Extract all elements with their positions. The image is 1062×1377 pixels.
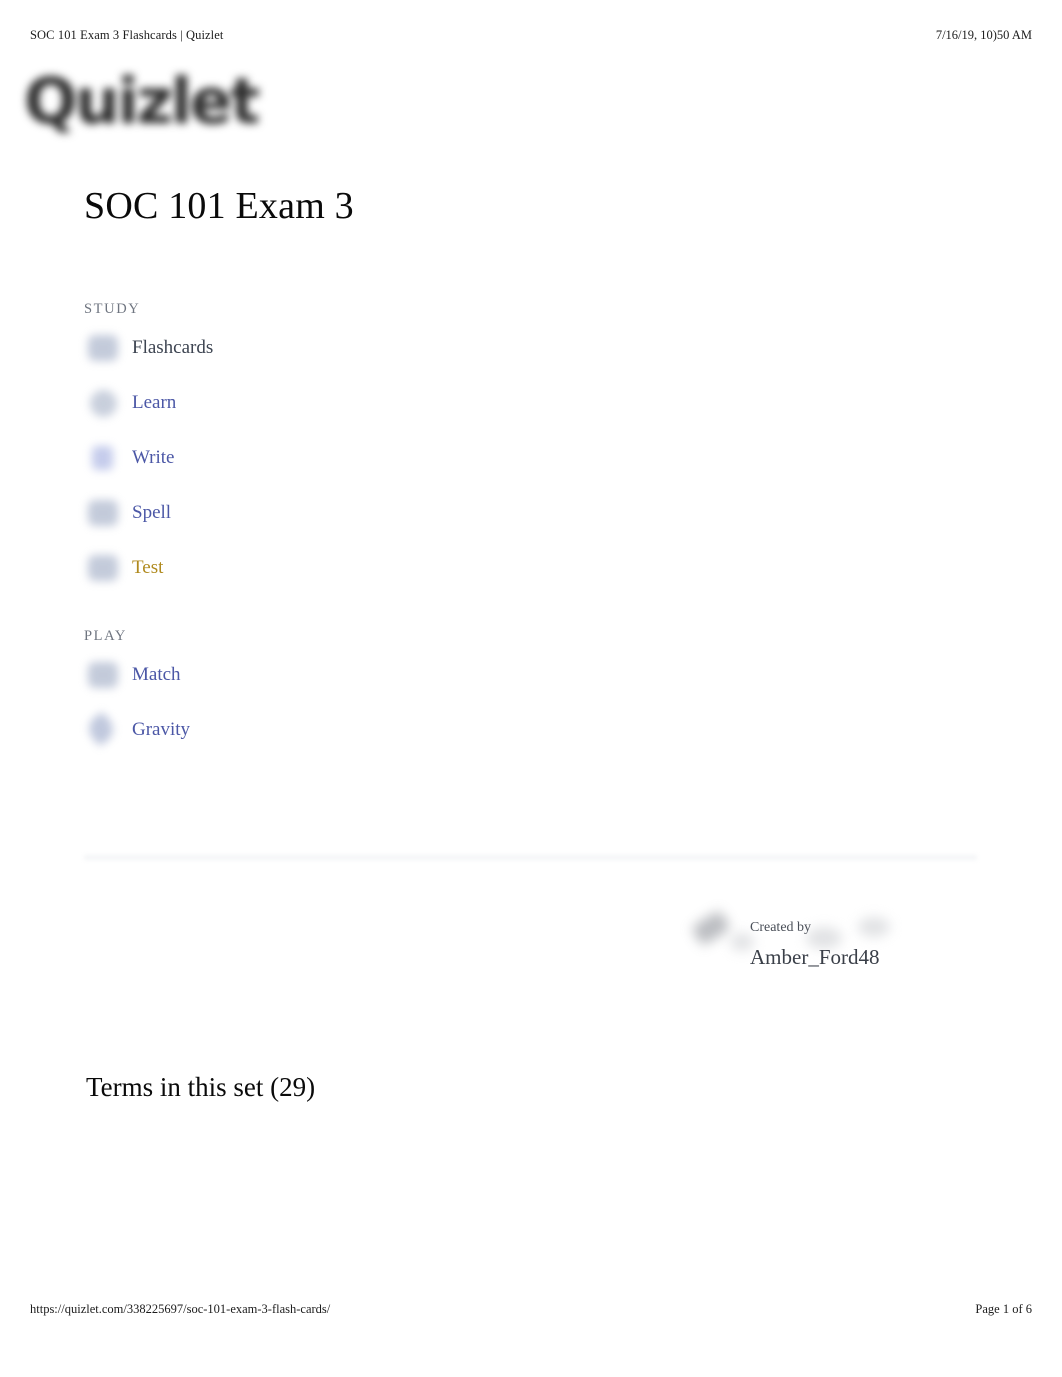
play-mode-label[interactable]: Match: [132, 665, 181, 684]
match-icon: [84, 655, 124, 695]
write-icon: [84, 438, 124, 478]
creator-label: Created by: [750, 920, 812, 935]
page-title: SOC 101 Exam 3: [84, 185, 354, 227]
study-section-label: STUDY: [84, 300, 141, 317]
test-icon: [84, 548, 124, 588]
learn-icon: [84, 383, 124, 423]
study-mode-label: Flashcards: [132, 337, 214, 359]
gravity-icon: [83, 710, 124, 750]
creator-action-icon: [858, 917, 890, 937]
terms-heading: Terms in this set (29): [86, 1072, 316, 1102]
creator-badge-icon: [690, 909, 732, 947]
study-mode-spell[interactable]: Spell: [84, 488, 984, 538]
study-mode-list: Flashcards Learn Write Spell Test: [84, 323, 984, 593]
spell-icon: [84, 493, 124, 533]
study-mode-write[interactable]: Write: [84, 433, 984, 483]
play-mode-match[interactable]: Match: [84, 650, 984, 700]
quizlet-logo[interactable]: Quizlet: [24, 60, 314, 144]
creator-block[interactable]: Created by Amber_Ford48: [678, 905, 978, 985]
print-footer: https://quizlet.com/338225697/soc-101-ex…: [0, 1302, 1062, 1317]
main-content: SOC 101 Exam 3 STUDY Flashcards Learn Wr…: [83, 185, 984, 755]
quizlet-logo-text: Quizlet: [24, 65, 260, 138]
print-header-date: 7/16/19, 10)50 AM: [935, 28, 1032, 42]
study-mode-test[interactable]: Test: [84, 543, 984, 593]
play-mode-gravity[interactable]: Gravity: [83, 705, 984, 755]
print-header-title: SOC 101 Exam 3 Flashcards | Quizlet: [30, 28, 224, 42]
study-mode-label[interactable]: Learn: [132, 393, 176, 412]
print-footer-url: https://quizlet.com/338225697/soc-101-ex…: [30, 1302, 331, 1316]
play-mode-list: Match Gravity: [83, 650, 984, 755]
play-mode-label[interactable]: Gravity: [132, 720, 190, 739]
creator-username[interactable]: Amber_Ford48: [750, 945, 880, 970]
section-divider: [84, 855, 977, 860]
flashcards-icon: [84, 328, 124, 368]
study-mode-label[interactable]: Write: [132, 448, 175, 467]
play-section-label: PLAY: [84, 627, 127, 644]
study-mode-label[interactable]: Test: [132, 558, 163, 577]
study-mode-label[interactable]: Spell: [132, 503, 171, 522]
print-footer-page-number: Page 1 of 6: [975, 1302, 1032, 1316]
study-mode-learn[interactable]: Learn: [84, 378, 984, 428]
print-page: SOC 101 Exam 3 Flashcards | Quizlet 7/16…: [0, 0, 1062, 1377]
study-mode-flashcards[interactable]: Flashcards: [84, 323, 984, 373]
print-header: SOC 101 Exam 3 Flashcards | Quizlet 7/16…: [0, 28, 1062, 48]
